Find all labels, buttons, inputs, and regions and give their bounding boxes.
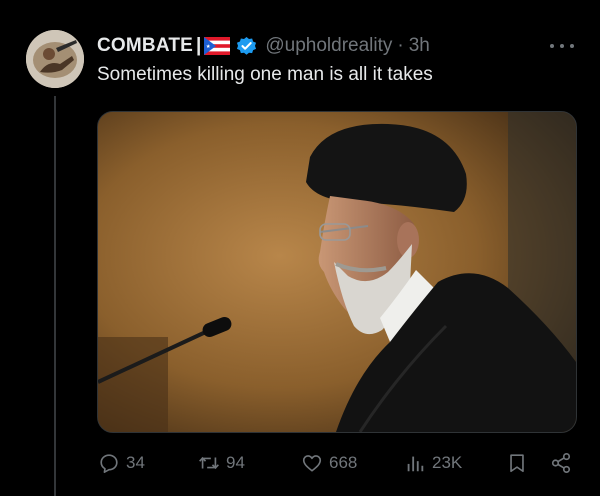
more-icon[interactable]: [550, 36, 574, 56]
share-button[interactable]: [550, 448, 572, 478]
like-count: 668: [329, 453, 358, 472]
time-separator: ·: [397, 35, 404, 56]
like-button[interactable]: 668: [301, 448, 357, 478]
views-button[interactable]: 23K: [404, 448, 462, 478]
retweet-count: 94: [226, 453, 245, 472]
action-bar: 34 94 668 23K: [98, 448, 578, 478]
display-name[interactable]: COMBATE: [97, 35, 193, 57]
views-icon: [407, 456, 424, 472]
bookmark-icon: [510, 454, 524, 473]
heart-icon: [302, 455, 322, 472]
retweet-icon: [199, 456, 219, 470]
puerto-rico-flag-icon: [204, 37, 231, 55]
bookmark-button[interactable]: [506, 448, 528, 478]
name-separator: |: [196, 35, 202, 56]
timestamp[interactable]: 3h: [409, 35, 430, 57]
share-icon: [551, 453, 571, 473]
reply-count: 34: [126, 453, 145, 472]
reply-icon: [100, 454, 118, 473]
retweet-button[interactable]: 94: [198, 448, 245, 478]
reply-button[interactable]: 34: [98, 448, 145, 478]
avatar[interactable]: [26, 30, 84, 88]
tweet-header: COMBATE | @upholdreality · 3h: [97, 33, 430, 59]
thread-line: [54, 96, 56, 496]
tweet-text: Sometimes killing one man is all it take…: [97, 64, 433, 85]
verified-badge-icon: [236, 36, 257, 57]
user-handle[interactable]: @upholdreality: [265, 35, 392, 57]
tweet-photo[interactable]: [97, 111, 577, 433]
view-count: 23K: [432, 453, 463, 472]
